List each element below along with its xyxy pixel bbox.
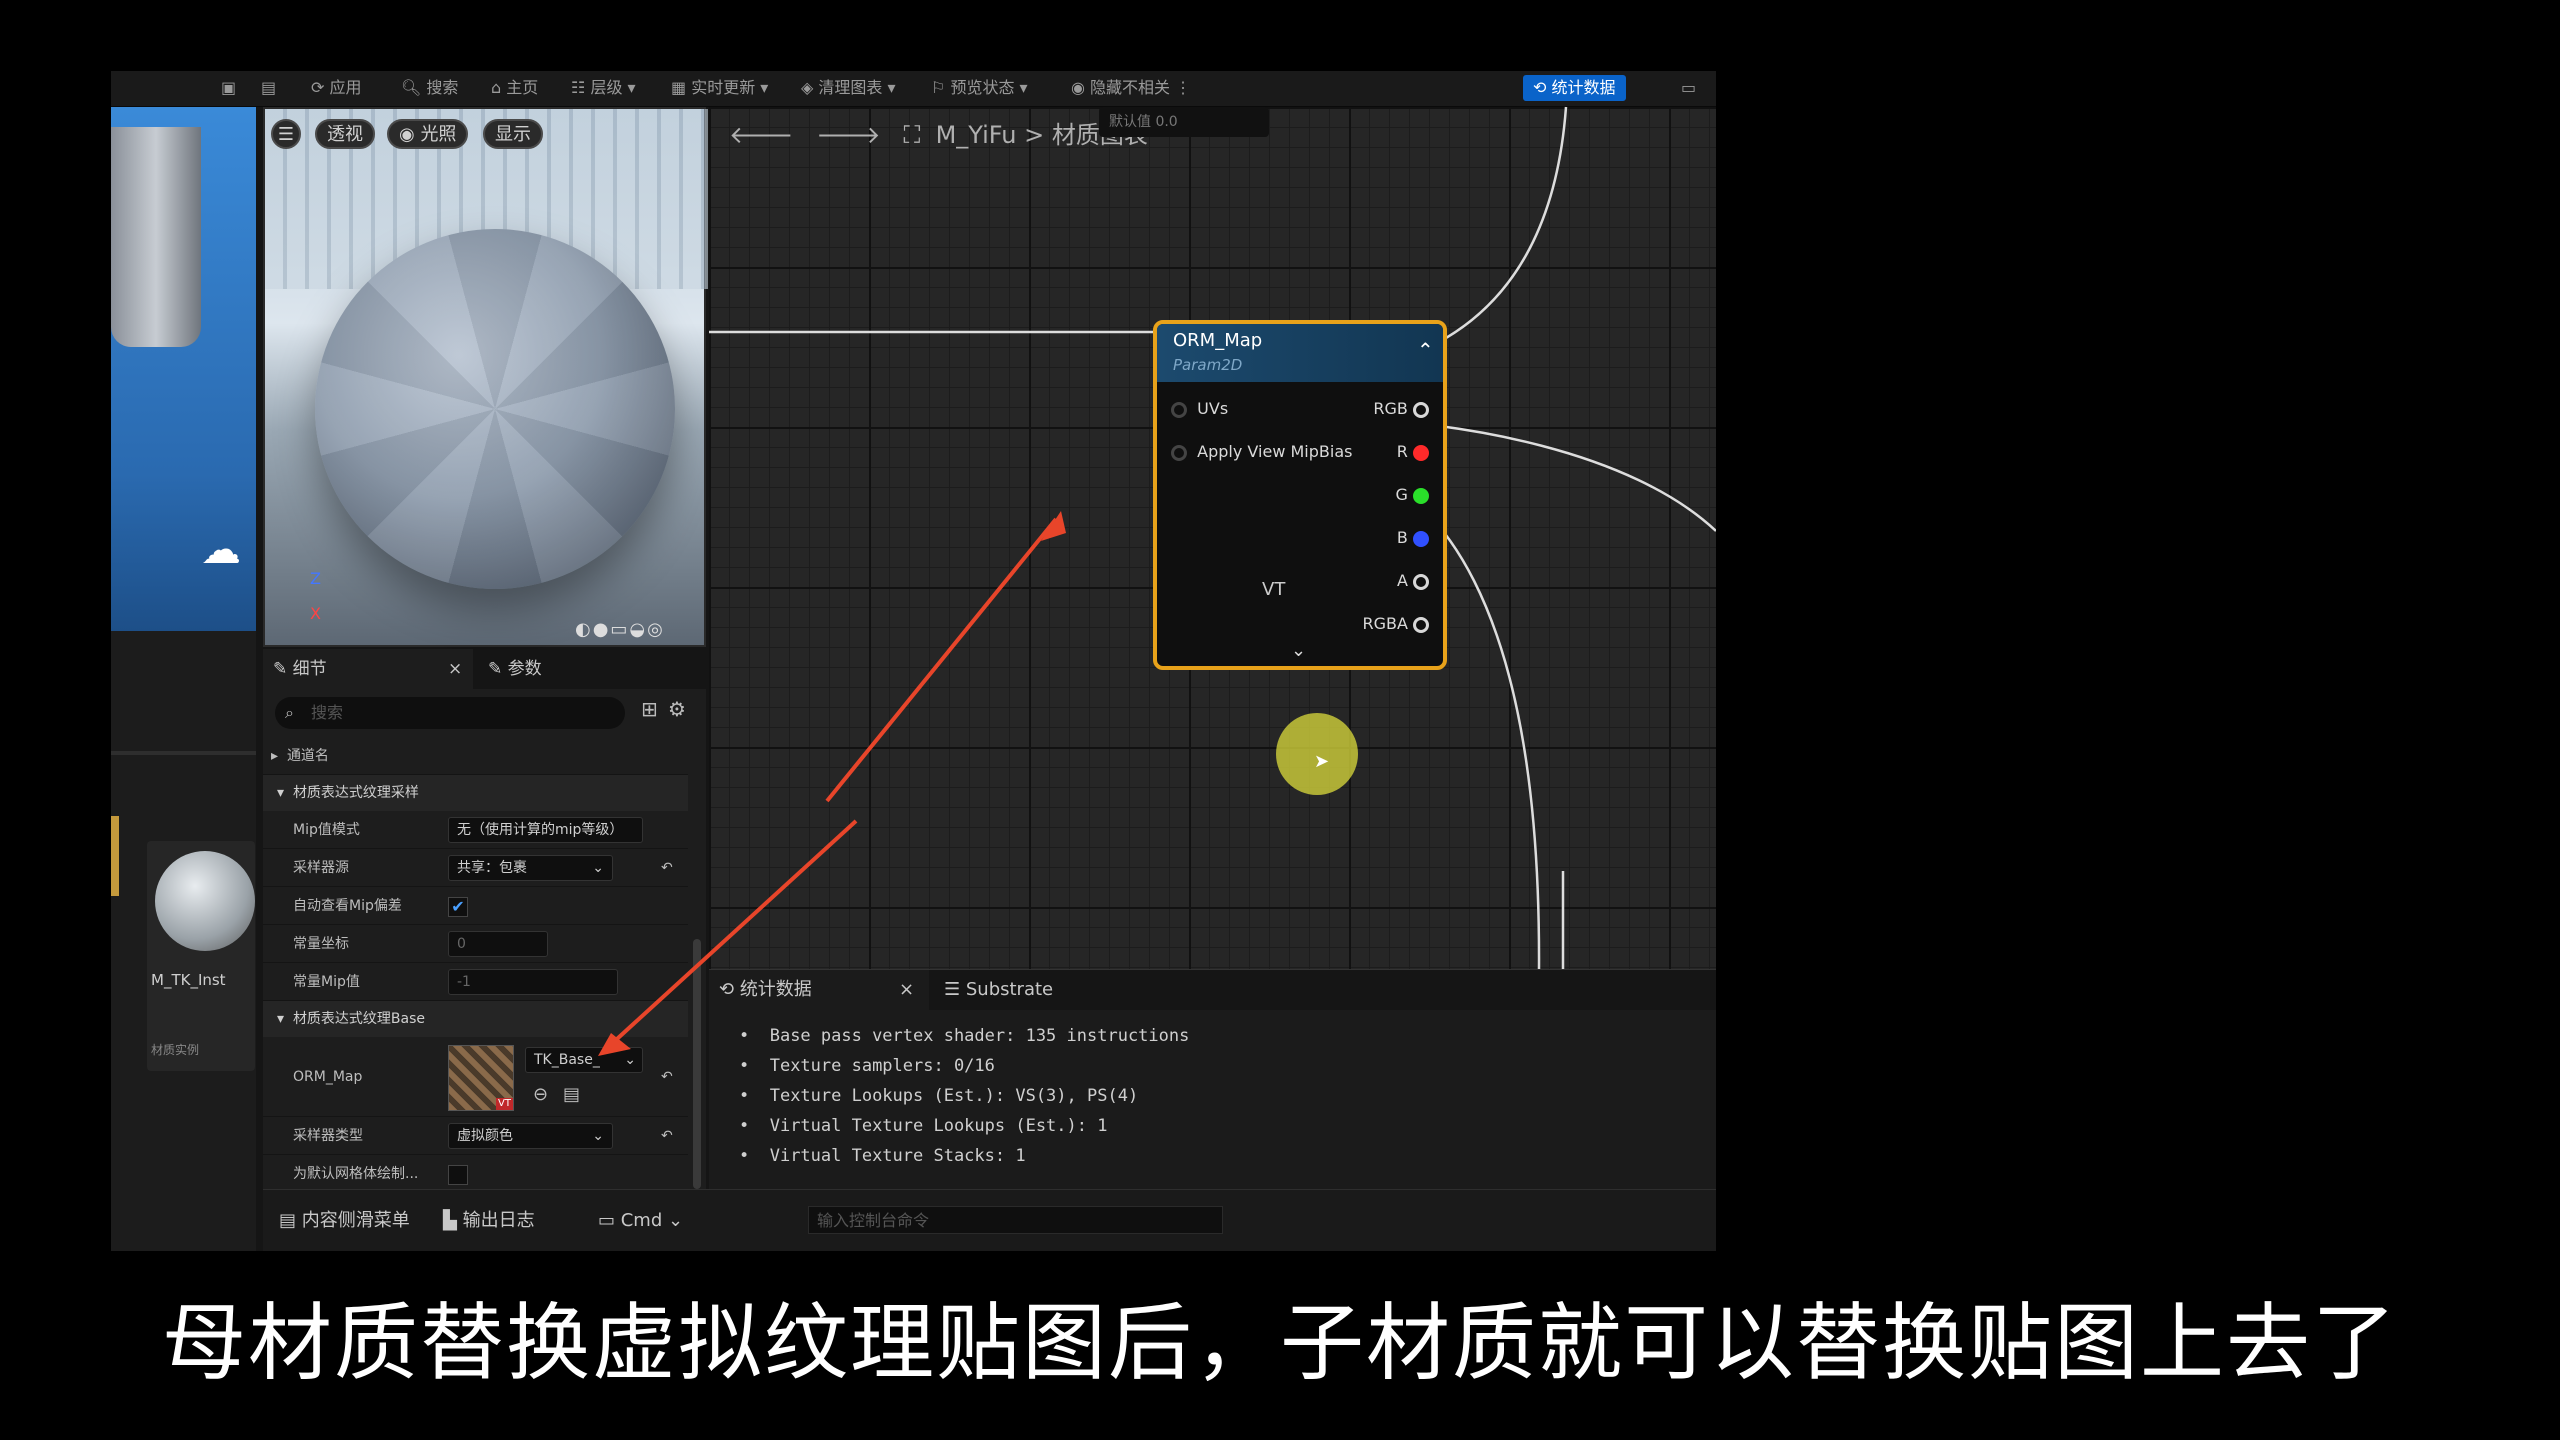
annotation-arrowhead-node	[1041, 511, 1066, 541]
bottom-status-bar: ▤ 内容侧滑菜单 ▙ 输出日志 ▭ Cmd ⌄ 输入控制台命令	[263, 1189, 1716, 1251]
console-input[interactable]: 输入控制台命令	[808, 1206, 1223, 1234]
pin-dot-icon	[1413, 573, 1429, 590]
mouse-pointer-icon: ➤	[1314, 751, 1330, 772]
orm-map-node[interactable]: ORM_Map Param2D ⌃ UVs Apply View MipBias…	[1153, 320, 1447, 670]
output-pin-rgba[interactable]: RGBA	[1362, 609, 1429, 639]
chevron-up-icon[interactable]: ⌃	[1417, 338, 1434, 362]
output-pin-r[interactable]: R	[1397, 437, 1429, 467]
close-icon: ×	[899, 979, 915, 1000]
stat-line: • Texture samplers: 0/16	[739, 1056, 995, 1076]
output-pin-g[interactable]: G	[1396, 480, 1429, 510]
video-subtitle: 母材质替换虚拟纹理贴图后，子材质就可以替换贴图上去了	[161, 1294, 2398, 1392]
pin-dot-icon	[1171, 401, 1187, 418]
tab-substrate[interactable]: ☰ Substrate	[944, 970, 1053, 1010]
content-drawer-button[interactable]: ▤ 内容侧滑菜单	[279, 1206, 410, 1236]
vt-label: VT	[1262, 579, 1286, 600]
pin-dot-icon	[1413, 530, 1429, 547]
stat-line: • Base pass vertex shader: 135 instructi…	[739, 1026, 1190, 1046]
stat-line: • Texture Lookups (Est.): VS(3), PS(4)	[739, 1086, 1139, 1106]
stats-tabbar: ⟲ 统计数据 × ☰ Substrate	[709, 970, 1716, 1010]
annotation-arrowhead-details	[598, 1033, 631, 1056]
cursor-highlight: ➤	[1276, 713, 1358, 795]
input-pin-uvs[interactable]: UVs	[1171, 394, 1228, 424]
pin-dot-icon	[1413, 444, 1429, 461]
tab-stats[interactable]: ⟲ 统计数据 ×	[709, 970, 929, 1010]
pin-dot-icon	[1413, 616, 1429, 633]
chevron-down-icon[interactable]: ⌄	[1291, 640, 1306, 661]
output-pin-rgb[interactable]: RGB	[1373, 394, 1429, 424]
pin-dot-icon	[1413, 487, 1429, 504]
output-log-button[interactable]: ▙ 输出日志	[443, 1206, 535, 1236]
node-header[interactable]: ORM_Map Param2D ⌃	[1157, 324, 1443, 382]
stats-panel: ⟲ 统计数据 × ☰ Substrate • Base pass vertex s…	[709, 969, 1716, 1189]
pin-dot-icon	[1413, 401, 1429, 418]
cmd-dropdown[interactable]: ▭ Cmd ⌄	[598, 1206, 683, 1236]
node-title: ORM_Map	[1173, 330, 1263, 351]
pin-dot-icon	[1171, 444, 1187, 461]
node-subtitle: Param2D	[1173, 356, 1243, 374]
annotation-arrow-to-node	[825, 517, 1058, 803]
output-pin-a[interactable]: A	[1397, 566, 1429, 596]
stat-line: • Virtual Texture Lookups (Est.): 1	[739, 1116, 1108, 1136]
input-pin-mipbias[interactable]: Apply View MipBias	[1171, 437, 1352, 467]
stat-line: • Virtual Texture Stacks: 1	[739, 1146, 1026, 1166]
output-pin-b[interactable]: B	[1397, 523, 1429, 553]
editor-window: ▣ ▤ ⟳ 应用 🔍︎ 搜索 ⌂ 主页 ☷ 层级 ▾ ▦ 实时更新 ▾ ◈ 清理…	[111, 71, 1716, 1251]
